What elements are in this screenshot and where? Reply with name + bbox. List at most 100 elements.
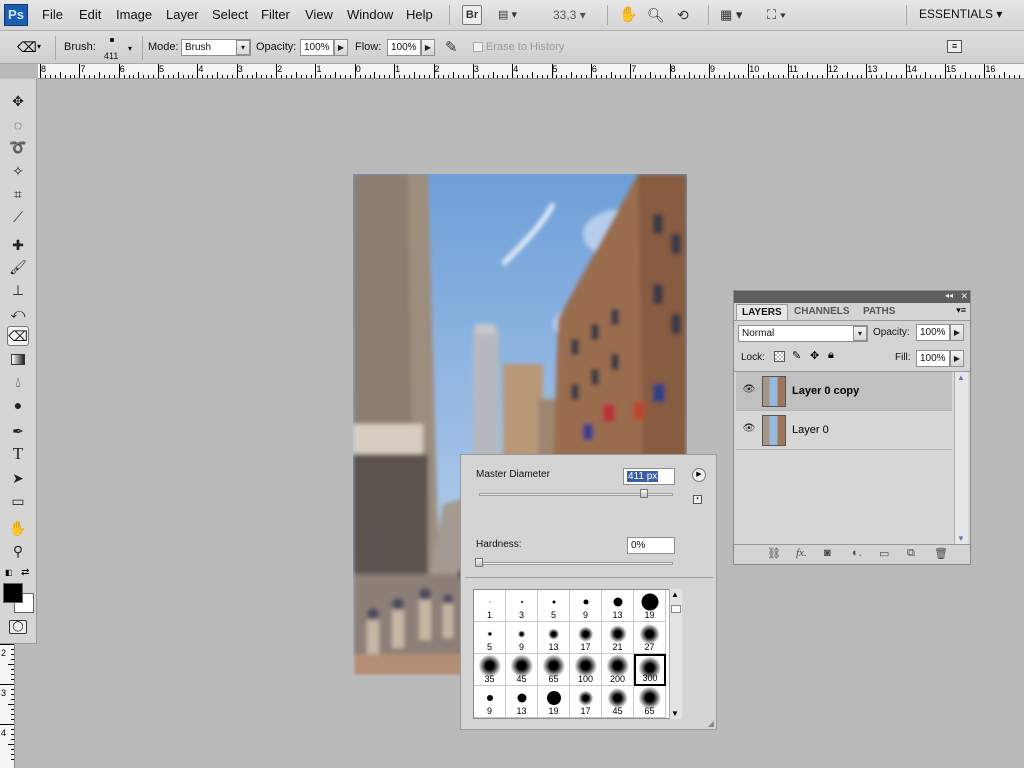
layer-style-fx-icon[interactable]: fx. (796, 547, 807, 559)
hand-tool-icon[interactable]: ✋ (7, 518, 29, 538)
brush-picker-dropdown-icon[interactable]: ▾ (128, 44, 132, 53)
close-panel-icon[interactable]: ✕ (960, 291, 968, 302)
brush-preset-200[interactable]: 200 (602, 654, 634, 686)
crop-tool-icon[interactable]: ⌗ (7, 184, 29, 204)
collapse-panel-icon[interactable]: ◂◂ (945, 291, 953, 300)
healing-brush-tool-icon[interactable]: ✚ (7, 235, 29, 255)
eraser-tool-preset-icon[interactable]: ⌫ (17, 39, 37, 56)
shape-tool-icon[interactable]: ▭ (7, 491, 29, 511)
brush-preview-icon[interactable] (110, 38, 114, 42)
hand-tool-icon[interactable]: ✋ (619, 5, 638, 25)
panel-toggle-icon[interactable]: ≡ (947, 40, 962, 53)
brush-preset-65[interactable]: 65 (538, 654, 570, 686)
opacity-field[interactable]: 100% (300, 39, 334, 56)
scroll-thumb[interactable] (671, 605, 681, 613)
blur-tool-icon[interactable]: 💧︎ (7, 372, 29, 392)
fill-field[interactable]: 100% (916, 350, 950, 367)
zoom-tool-icon[interactable]: 🔍︎ (647, 5, 665, 25)
panel-title-bar[interactable]: ◂◂ ✕ (734, 291, 970, 303)
visibility-eye-icon[interactable]: 👁︎ (742, 384, 756, 398)
delete-layer-icon[interactable]: 🗑︎ (934, 547, 948, 560)
tab-layers[interactable]: LAYERS (736, 304, 788, 320)
layer-opacity-field[interactable]: 100% (916, 324, 950, 341)
new-group-icon[interactable]: ▭ (879, 547, 889, 560)
adjustment-layer-icon[interactable]: ◐. (852, 547, 862, 559)
brush-preset-65[interactable]: 65 (634, 686, 666, 718)
brush-preset-9[interactable]: 9 (570, 590, 602, 622)
screen-mode-button[interactable]: ⛶ ▾ (767, 5, 786, 25)
layers-scroll-down-icon[interactable]: ▼ (957, 534, 965, 543)
flow-field[interactable]: 100% (387, 39, 421, 56)
clone-stamp-tool-icon[interactable]: ⊥ (7, 280, 29, 300)
type-tool-icon[interactable]: T (7, 444, 29, 464)
workspace-switcher[interactable]: ESSENTIALS ▾ (919, 7, 1002, 21)
brush-preset-13[interactable]: 13 (602, 590, 634, 622)
mode-dropdown-icon[interactable]: ▾ (236, 40, 250, 55)
blend-mode-dropdown-icon[interactable]: ▾ (853, 326, 867, 341)
brush-preset-9[interactable]: 9 (474, 686, 506, 718)
lock-all-icon[interactable]: 🔒︎ (828, 349, 834, 362)
brush-tool-icon[interactable]: 🖌︎ (7, 257, 29, 277)
brush-preset-100[interactable]: 100 (570, 654, 602, 686)
tab-channels[interactable]: CHANNELS (789, 304, 855, 320)
blend-mode-select[interactable]: Normal (738, 325, 868, 342)
brush-preset-35[interactable]: 35 (474, 654, 506, 686)
new-layer-icon[interactable]: ⧉ (907, 547, 915, 560)
presets-scrollbar[interactable]: ▲ ▼ (669, 589, 682, 719)
brush-preset-19[interactable]: 19 (634, 590, 666, 622)
menu-edit[interactable]: Edit (79, 7, 101, 22)
layer-row[interactable]: 👁︎ Layer 0 copy (736, 372, 952, 411)
scroll-down-icon[interactable]: ▼ (671, 709, 679, 718)
menu-layer[interactable]: Layer (166, 7, 199, 22)
move-tool-icon[interactable]: ✥ (7, 91, 29, 111)
menu-select[interactable]: Select (212, 7, 248, 22)
master-diameter-slider-knob[interactable] (639, 489, 648, 498)
brush-preset-5[interactable]: 5 (538, 590, 570, 622)
hardness-slider-knob[interactable] (475, 558, 483, 567)
gradient-tool-icon[interactable] (7, 349, 29, 369)
layers-scroll-up-icon[interactable]: ▲ (957, 373, 965, 382)
foreground-color-swatch[interactable] (3, 583, 23, 603)
brush-preset-27[interactable]: 27 (634, 622, 666, 654)
add-mask-icon[interactable]: ◙ (824, 547, 831, 559)
brush-preset-17[interactable]: 17 (570, 686, 602, 718)
tab-paths[interactable]: PATHS (858, 304, 900, 320)
eraser-tool-icon[interactable]: ⌫ (7, 326, 29, 346)
menu-help[interactable]: Help (406, 7, 433, 22)
airbrush-icon[interactable]: ✎ (445, 38, 458, 56)
brush-preset-9[interactable]: 9 (506, 622, 538, 654)
hardness-field[interactable]: 0% (627, 537, 675, 554)
history-brush-tool-icon[interactable]: ⤺ (7, 303, 29, 323)
brush-preset-3[interactable]: 3 (506, 590, 538, 622)
default-colors-icon[interactable]: ◧ (5, 568, 13, 577)
eyedropper-tool-icon[interactable]: ⟋ (7, 207, 29, 227)
pen-tool-icon[interactable]: ✒ (7, 421, 29, 441)
quick-mask-icon[interactable]: ◯ (9, 620, 27, 634)
bridge-button[interactable]: Br (462, 5, 482, 25)
lock-position-icon[interactable]: ✥ (810, 349, 819, 362)
flow-arrow-icon[interactable]: ▶ (421, 39, 435, 56)
brush-preset-13[interactable]: 13 (538, 622, 570, 654)
reset-size-icon[interactable]: ▪ (693, 495, 702, 504)
dodge-tool-icon[interactable]: ● (7, 395, 29, 415)
tool-preset-dropdown-icon[interactable]: ▾ (37, 42, 41, 51)
fill-arrow-icon[interactable]: ▶ (950, 350, 964, 367)
lasso-tool-icon[interactable]: ➰ (7, 137, 29, 157)
brush-preset-21[interactable]: 21 (602, 622, 634, 654)
lock-pixels-icon[interactable]: ✎ (792, 349, 801, 362)
screen-mode-icon[interactable]: ▤ ▾ (498, 5, 532, 25)
path-selection-tool-icon[interactable]: ➤ (7, 468, 29, 488)
scroll-up-icon[interactable]: ▲ (671, 590, 679, 599)
brush-preset-1[interactable]: 1 (474, 590, 506, 622)
brush-preset-13[interactable]: 13 (506, 686, 538, 718)
layer-opacity-arrow-icon[interactable]: ▶ (950, 324, 964, 341)
zoom-level[interactable]: 33,3 ▾ (553, 5, 597, 25)
brush-preset-45[interactable]: 45 (506, 654, 538, 686)
resize-grip-icon[interactable]: ◢ (708, 719, 714, 728)
magic-wand-tool-icon[interactable]: ✧ (7, 161, 29, 181)
brush-preset-5[interactable]: 5 (474, 622, 506, 654)
picker-menu-icon[interactable]: ▶ (692, 468, 706, 482)
layer-row[interactable]: 👁︎ Layer 0 (736, 411, 952, 450)
hardness-slider[interactable] (479, 562, 673, 565)
menu-file[interactable]: File (42, 7, 63, 22)
